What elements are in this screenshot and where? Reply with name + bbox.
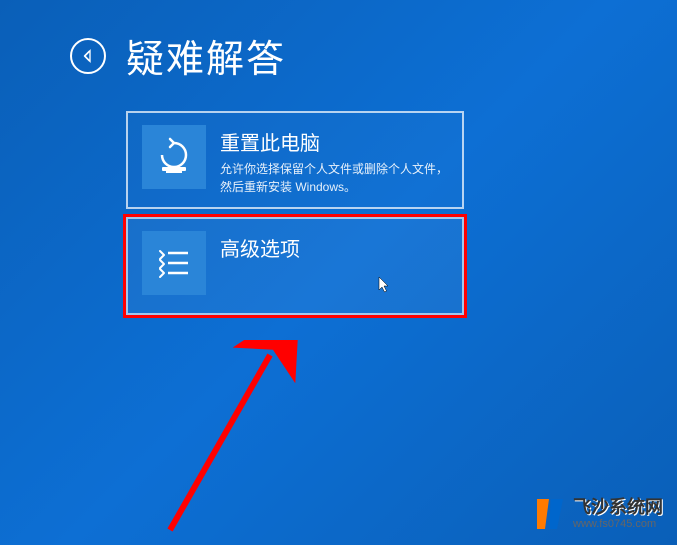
watermark-text: 飞沙系统网 www.fs0745.com — [573, 498, 663, 530]
reset-pc-tile[interactable]: 重置此电脑 允许你选择保留个人文件或删除个人文件，然后重新安装 Windows。 — [126, 111, 464, 209]
page-header: 疑难解答 — [0, 0, 677, 83]
advanced-options-title: 高级选项 — [220, 233, 300, 262]
reset-pc-description: 允许你选择保留个人文件或删除个人文件，然后重新安装 Windows。 — [220, 160, 448, 196]
watermark: 飞沙系统网 www.fs0745.com — [535, 497, 663, 531]
mouse-cursor-icon — [378, 276, 392, 297]
back-button[interactable] — [70, 38, 106, 74]
watermark-logo-icon — [535, 497, 565, 531]
advanced-options-text: 高级选项 — [220, 219, 314, 266]
watermark-name: 飞沙系统网 — [573, 498, 663, 518]
advanced-options-tile[interactable]: 高级选项 — [126, 217, 464, 315]
page-title: 疑难解答 — [126, 28, 286, 83]
annotation-arrow-icon — [140, 340, 320, 540]
reset-pc-icon — [142, 125, 206, 189]
watermark-url: www.fs0745.com — [573, 518, 663, 530]
back-arrow-icon — [80, 48, 96, 64]
advanced-options-icon — [142, 231, 206, 295]
reset-pc-title: 重置此电脑 — [220, 127, 448, 156]
options-list: 重置此电脑 允许你选择保留个人文件或删除个人文件，然后重新安装 Windows。… — [0, 111, 677, 315]
reset-pc-text: 重置此电脑 允许你选择保留个人文件或删除个人文件，然后重新安装 Windows。 — [220, 113, 462, 196]
